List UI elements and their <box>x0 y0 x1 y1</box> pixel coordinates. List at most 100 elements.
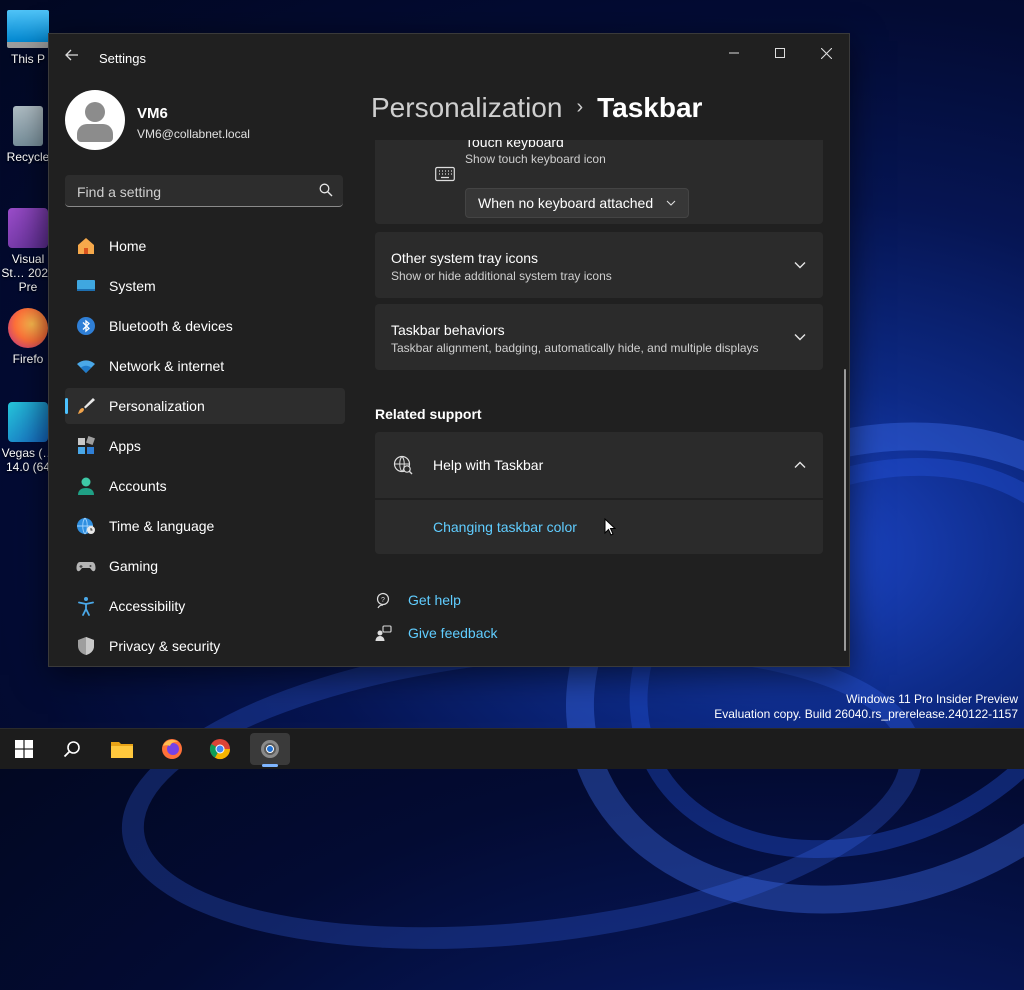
nav-item-system[interactable]: System <box>65 268 345 304</box>
nav-item-bluetooth[interactable]: Bluetooth & devices <box>65 308 345 344</box>
nav-item-label: Accessibility <box>109 598 186 614</box>
avatar <box>65 90 125 150</box>
get-help-link[interactable]: Get help <box>408 592 461 608</box>
file-explorer-icon <box>111 742 133 758</box>
firefox-icon <box>8 308 48 348</box>
search-icon <box>63 741 80 758</box>
taskbar-search-button[interactable] <box>52 733 92 765</box>
maximize-button[interactable] <box>757 38 803 68</box>
globe-search-icon <box>393 455 413 475</box>
content-area: Touch keyboard Show touch keyboard icon … <box>375 140 823 666</box>
help-with-taskbar-title: Help with Taskbar <box>433 457 544 473</box>
dropdown-value: When no keyboard attached <box>478 195 654 211</box>
nav-menu: Home System Bluetooth & devices Network … <box>65 228 345 666</box>
search-box[interactable] <box>65 175 343 208</box>
accessibility-icon <box>78 597 94 616</box>
settings-icon <box>261 740 279 758</box>
shield-icon <box>78 637 94 655</box>
watermark-line: Windows 11 Pro Insider Preview <box>846 692 1018 706</box>
touch-keyboard-card: Touch keyboard Show touch keyboard icon … <box>375 140 823 224</box>
nav-item-gaming[interactable]: Gaming <box>65 548 345 584</box>
window-title: Settings <box>99 51 146 66</box>
touch-keyboard-title: Touch keyboard <box>465 140 564 150</box>
bluetooth-icon <box>77 317 95 335</box>
nav-item-accessibility[interactable]: Accessibility <box>65 588 345 624</box>
nav-item-label: System <box>109 278 156 294</box>
page-title: Taskbar <box>597 92 703 123</box>
search-input[interactable] <box>75 175 319 208</box>
nav-item-privacy[interactable]: Privacy & security <box>65 628 345 664</box>
gamepad-icon <box>76 562 96 572</box>
nav-item-label: Network & internet <box>109 358 225 374</box>
changing-taskbar-color-link[interactable]: Changing taskbar color <box>433 519 577 535</box>
nav-item-label: Accounts <box>109 478 167 494</box>
paintbrush-icon <box>78 398 95 414</box>
chevron-up-icon[interactable] <box>793 458 807 472</box>
chevron-down-icon[interactable] <box>793 330 807 344</box>
title-bar[interactable]: Settings <box>49 34 849 82</box>
apps-icon <box>78 436 95 454</box>
profile-email: VM6@collabnet.local <box>137 127 250 141</box>
chevron-down-icon[interactable] <box>793 258 807 272</box>
tray-icons-title: Other system tray icons <box>391 250 539 266</box>
nav-item-accounts[interactable]: Accounts <box>65 468 345 504</box>
chrome-icon <box>209 739 231 760</box>
give-feedback-link[interactable]: Give feedback <box>408 625 498 641</box>
vegas-icon <box>8 402 48 442</box>
taskbar-firefox[interactable] <box>152 733 192 765</box>
behaviors-desc: Taskbar alignment, badging, automaticall… <box>391 341 759 355</box>
back-button[interactable] <box>61 48 83 68</box>
related-support-heading: Related support <box>375 406 482 422</box>
taskbar-behaviors-card[interactable]: Taskbar behaviors Taskbar alignment, bad… <box>375 304 823 370</box>
help-with-taskbar-card[interactable]: Help with Taskbar <box>375 432 823 498</box>
close-button[interactable] <box>803 38 849 68</box>
start-button[interactable] <box>4 733 44 765</box>
wifi-icon <box>77 360 95 373</box>
nav-item-network[interactable]: Network & internet <box>65 348 345 384</box>
help-links-panel: Changing taskbar color <box>375 500 823 554</box>
desktop-watermark: Windows 11 Pro Insider Preview Evaluatio… <box>714 692 1018 722</box>
taskbar-settings[interactable] <box>250 733 290 767</box>
globe-clock-icon <box>77 517 95 535</box>
tray-icons-desc: Show or hide additional system tray icon… <box>391 269 612 283</box>
mouse-cursor-icon <box>604 518 616 536</box>
user-profile[interactable]: VM6 VM6@collabnet.local <box>65 90 355 152</box>
taskbar-chrome[interactable] <box>200 733 240 765</box>
nav-item-label: Personalization <box>109 398 205 414</box>
behaviors-title: Taskbar behaviors <box>391 322 505 338</box>
keyboard-icon <box>435 166 455 182</box>
breadcrumb-parent[interactable]: Personalization <box>371 92 562 123</box>
breadcrumb-separator: › <box>576 96 584 118</box>
nav-item-apps[interactable]: Apps <box>65 428 345 464</box>
get-help-row[interactable]: ? Get help <box>375 590 575 612</box>
help-chat-icon: ? <box>376 592 390 609</box>
minimize-button[interactable] <box>711 38 757 68</box>
watermark-line: Evaluation copy. Build 26040.rs_prerelea… <box>714 707 1018 721</box>
nav-item-home[interactable]: Home <box>65 228 345 264</box>
taskbar <box>0 728 1024 769</box>
nav-item-personalization[interactable]: Personalization <box>65 388 345 424</box>
maximize-icon <box>775 48 785 58</box>
person-icon <box>78 477 94 495</box>
nav-item-label: Privacy & security <box>109 638 221 654</box>
content-scrollbar[interactable] <box>844 369 846 651</box>
touch-keyboard-dropdown[interactable]: When no keyboard attached <box>465 188 689 218</box>
nav-item-label: Bluetooth & devices <box>109 318 233 334</box>
close-icon <box>820 47 832 59</box>
breadcrumb: Personalization › Taskbar <box>371 92 702 124</box>
start-icon <box>15 740 33 758</box>
monitor-icon <box>77 280 95 291</box>
taskbar-file-explorer[interactable] <box>102 733 142 765</box>
profile-name: VM6 <box>137 105 168 122</box>
feedback-icon <box>375 625 392 641</box>
recycle-bin-icon <box>13 106 43 146</box>
give-feedback-row[interactable]: Give feedback <box>375 623 575 645</box>
search-icon[interactable] <box>319 183 333 197</box>
other-tray-icons-card[interactable]: Other system tray icons Show or hide add… <box>375 232 823 298</box>
avatar-head <box>85 102 105 122</box>
nav-item-label: Gaming <box>109 558 159 574</box>
nav-item-time-language[interactable]: Time & language <box>65 508 345 544</box>
svg-text:?: ? <box>381 597 385 604</box>
firefox-icon <box>162 739 182 759</box>
nav-item-label: Home <box>109 238 147 254</box>
